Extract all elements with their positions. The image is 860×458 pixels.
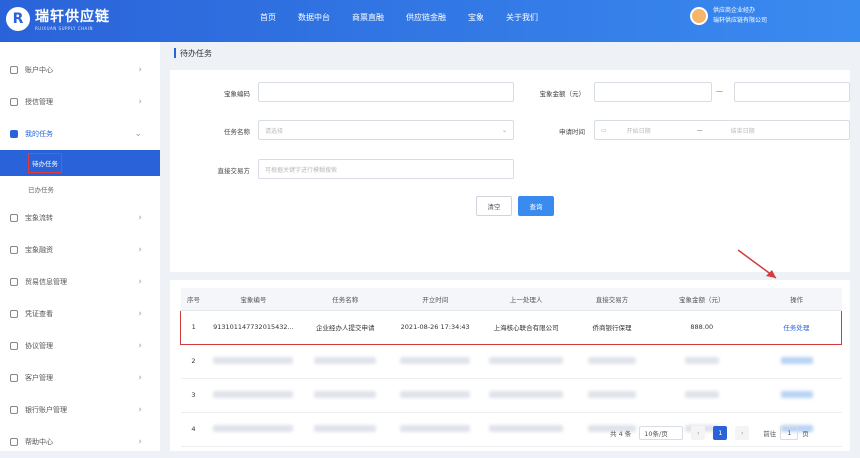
nav-about[interactable]: 关于我们: [506, 12, 538, 23]
sidebar-item-bank[interactable]: 银行账户管理 ›: [0, 394, 160, 426]
file-icon: [10, 310, 18, 318]
sidebar-item-voucher[interactable]: 凭证查看 ›: [0, 298, 160, 330]
sidebar-item-label: 银行账户管理: [25, 406, 67, 414]
avatar[interactable]: [690, 7, 708, 25]
sidebar-item-account[interactable]: 账户中心 ›: [0, 54, 160, 86]
page-size-select[interactable]: 10条/页: [639, 426, 684, 440]
sidebar-sub-pending[interactable]: 待办任务: [0, 150, 160, 176]
chevron-right-icon: ›: [138, 97, 142, 107]
sidebar-item-label: 我的任务: [25, 130, 53, 138]
user-icon: [10, 66, 18, 74]
page-unit: 页: [802, 430, 809, 438]
annotation-arrow: [737, 249, 777, 279]
chevron-right-icon: ›: [138, 437, 142, 447]
sidebar-item-financing[interactable]: 宝象融资 ›: [0, 234, 160, 266]
nav-bill[interactable]: 商票直融: [352, 12, 384, 23]
sidebar-sub-label: 待办任务: [28, 153, 62, 173]
sidebar-item-label: 账户中心: [25, 66, 53, 74]
goto-label: 前往: [763, 430, 777, 438]
people-icon: [10, 374, 18, 382]
user-company: 瑞轩供应链有限公司: [713, 17, 768, 24]
sidebar-item-label: 授信管理: [25, 98, 53, 106]
sidebar-item-transfer[interactable]: 宝象流转 ›: [0, 202, 160, 234]
coin-icon: [10, 246, 18, 254]
user-menu[interactable]: 供应商企业经办 瑞轩供应链有限公司: [690, 6, 767, 26]
top-header: R 瑞轩供应链 RUIXUAN SUPPLY CHAIN 首页 数据中台 商票直…: [0, 0, 860, 42]
page-1-button[interactable]: 1: [713, 426, 728, 440]
sidebar-item-label: 贸易信息管理: [25, 278, 67, 286]
chevron-right-icon: ›: [138, 213, 142, 223]
nav-baoxiang[interactable]: 宝象: [468, 12, 484, 23]
top-nav: 首页 数据中台 商票直融 供应链金融 宝象 关于我们: [260, 12, 560, 23]
sidebar-item-label: 帮助中心: [25, 438, 53, 446]
goto-page-input[interactable]: 1: [780, 426, 799, 440]
brand-subtitle: RUIXUAN SUPPLY CHAIN: [35, 26, 93, 31]
pagination: 共 4 条 10条/页 ‹ 1 › 前往 1 页: [610, 426, 809, 440]
nav-home[interactable]: 首页: [260, 12, 276, 23]
shield-icon: [10, 214, 18, 222]
nav-finance[interactable]: 供应链金融: [406, 12, 446, 23]
sidebar-sub-done[interactable]: 已办任务: [0, 176, 160, 202]
chevron-right-icon: ›: [138, 65, 142, 75]
logo-mark-icon: R: [6, 6, 30, 31]
pager-total: 共 4 条: [610, 430, 632, 438]
sidebar: 账户中心 › 授信管理 › 我的任务 ⌄ 待办任务 已办任务 宝象流转 › 宝象…: [0, 42, 160, 451]
sidebar-item-label: 协议管理: [25, 342, 53, 350]
page-size-value: 10条/页: [644, 430, 668, 438]
sidebar-item-label: 客户管理: [25, 374, 53, 382]
chevron-right-icon: ›: [138, 309, 142, 319]
brand-title: 瑞轩供应链: [35, 9, 110, 25]
sidebar-item-label: 宝象流转: [25, 214, 53, 222]
sidebar-item-trade[interactable]: 贸易信息管理 ›: [0, 266, 160, 298]
prev-page-button[interactable]: ‹: [691, 426, 706, 440]
chevron-down-icon: ⌄: [134, 129, 142, 139]
chevron-right-icon: ›: [138, 277, 142, 287]
help-icon: [10, 438, 18, 446]
user-role: 供应商企业经办: [713, 7, 756, 14]
sidebar-sub-label: 已办任务: [28, 186, 54, 194]
document-icon: [10, 98, 18, 106]
grid-icon: [10, 278, 18, 286]
agreement-icon: [10, 342, 18, 350]
chevron-right-icon: ›: [138, 245, 142, 255]
sidebar-item-help[interactable]: 帮助中心 ›: [0, 426, 160, 458]
sidebar-item-customer[interactable]: 客户管理 ›: [0, 362, 160, 394]
nav-data[interactable]: 数据中台: [298, 12, 330, 23]
chevron-right-icon: ›: [138, 341, 142, 351]
bank-icon: [10, 406, 18, 414]
sidebar-item-agreement[interactable]: 协议管理 ›: [0, 330, 160, 362]
brand-logo[interactable]: R 瑞轩供应链 RUIXUAN SUPPLY CHAIN: [6, 6, 110, 31]
checkbox-icon: [10, 130, 18, 138]
sidebar-item-my-tasks[interactable]: 我的任务 ⌄: [0, 118, 160, 150]
sidebar-item-label: 凭证查看: [25, 310, 53, 318]
sidebar-item-credit[interactable]: 授信管理 ›: [0, 86, 160, 118]
chevron-right-icon: ›: [138, 373, 142, 383]
chevron-right-icon: ›: [138, 405, 142, 415]
main-content: 待办任务 宝象编码 宝象金额（元） — 任务名称 请选择 ⌄ 申请时间 ▭ 开始…: [170, 42, 860, 451]
sidebar-item-label: 宝象融资: [25, 246, 53, 254]
next-page-button[interactable]: ›: [735, 426, 750, 440]
